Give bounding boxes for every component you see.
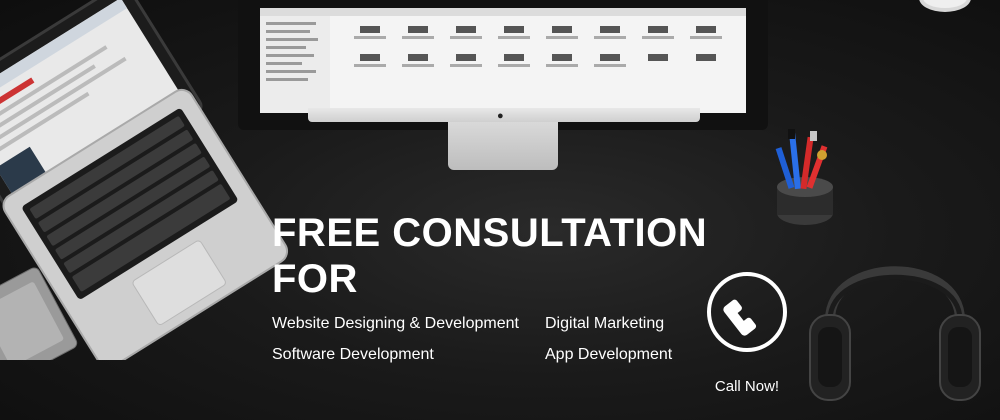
hero-banner: ● FREE CONSULTATION FOR Website Designin… [0,0,1000,420]
headphones-illustration [809,266,981,401]
call-now-label: Call Now! [714,378,780,395]
headline-line-1: FREE CONSULTATION [272,211,708,255]
mouse-illustration [919,0,971,12]
pen-holder-illustration [775,129,833,225]
apple-logo-icon: ● [497,110,504,122]
service-website-designing: Website Designing & Development [272,315,519,332]
monitor-chin [308,108,700,122]
phone-icon [723,299,757,336]
headline: FREE CONSULTATION FOR [272,210,712,302]
headline-line-2: FOR [272,257,358,301]
call-now-button[interactable]: Call Now! [703,272,791,400]
desktop-monitor: ● [238,0,768,185]
phone-icon-ring [707,272,787,352]
service-digital-marketing: Digital Marketing [545,315,665,332]
service-software-development: Software Development [272,346,434,363]
monitor-stand [448,122,558,170]
screen-file-grid [260,8,746,113]
monitor-screen [260,8,746,113]
service-app-development: App Development [545,346,673,363]
